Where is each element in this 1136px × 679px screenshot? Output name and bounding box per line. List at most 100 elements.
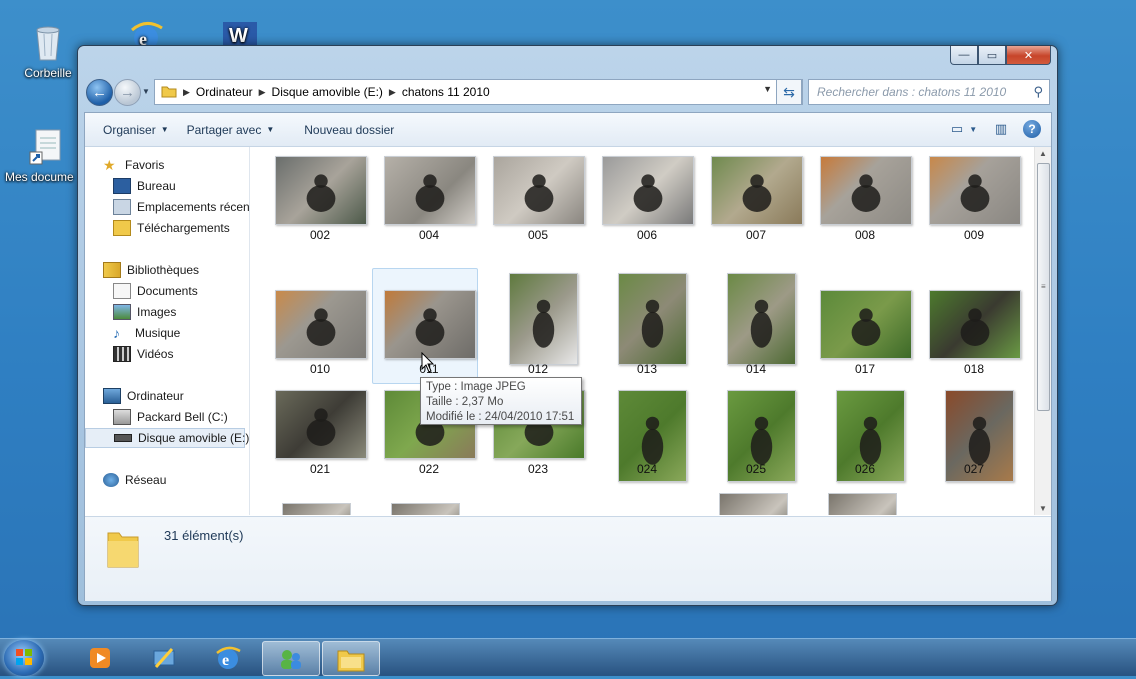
sidebar-item-ordinateur[interactable]: Ordinateur <box>103 386 184 406</box>
file-name: 027 <box>963 462 985 476</box>
sidebar-item-telechargements[interactable]: Téléchargements <box>113 218 230 238</box>
file-thumbnail[interactable]: 014 <box>706 273 806 383</box>
sidebar-item-label: Musique <box>135 326 181 340</box>
svg-text:e: e <box>222 652 229 669</box>
recycle-bin-icon <box>33 22 63 62</box>
forward-button[interactable]: → <box>114 79 141 106</box>
search-icon[interactable]: ⚲ <box>1025 84 1043 100</box>
sidebar-item-label: Documents <box>137 284 198 298</box>
share-button[interactable]: Partager avec ▼ <box>187 123 275 137</box>
file-thumbnail[interactable]: 024 <box>597 390 697 500</box>
recent-pages-dropdown[interactable]: ▼ <box>142 87 150 96</box>
sidebar-item-label: Packard Bell (C:) <box>137 410 228 424</box>
photo-preview <box>384 156 476 225</box>
explorer-window[interactable]: — ▭ ✕ ← → ▼ ▶ Ordinateur ▶ Disque amovib… <box>77 45 1058 606</box>
minimize-button[interactable]: — <box>950 46 978 65</box>
address-bar[interactable]: ▶ Ordinateur ▶ Disque amovible (E:) ▶ ch… <box>154 79 803 105</box>
breadcrumb-ordinateur[interactable]: Ordinateur <box>190 85 259 99</box>
sidebar-item-emplacements[interactable]: Emplacements récent <box>113 197 250 217</box>
sidebar-item-musique[interactable]: ♪ Musique <box>113 323 180 343</box>
media-player-icon <box>90 647 110 668</box>
photo-preview-partial[interactable] <box>391 503 460 515</box>
photo-preview-partial[interactable] <box>719 493 788 515</box>
file-name: 022 <box>418 462 440 476</box>
address-dropdown-icon[interactable]: ▼ <box>763 84 772 94</box>
scroll-down-icon[interactable]: ▼ <box>1039 504 1047 513</box>
file-thumbnail[interactable]: 026 <box>815 390 915 500</box>
folder-icon <box>105 525 141 568</box>
preview-pane-icon[interactable]: ▥ <box>991 119 1011 139</box>
file-thumbnail[interactable]: 010 <box>270 273 370 383</box>
photo-preview-partial[interactable] <box>828 493 897 515</box>
photo-preview <box>618 273 687 365</box>
music-icon: ♪ <box>113 325 120 341</box>
chevron-down-icon: ▼ <box>160 125 169 134</box>
sidebar-item-label: Ordinateur <box>127 389 184 403</box>
file-thumbnail[interactable]: 002 <box>270 156 370 266</box>
scroll-thumb[interactable]: ≡ <box>1037 163 1050 411</box>
help-icon[interactable]: ? <box>1023 120 1041 138</box>
maximize-button[interactable]: ▭ <box>978 46 1006 65</box>
photo-preview <box>602 156 694 225</box>
downloads-icon <box>113 220 131 236</box>
organize-button[interactable]: Organiser ▼ <box>103 123 169 137</box>
sidebar-item-bibliotheques[interactable]: Bibliothèques <box>103 260 199 280</box>
navigation-pane: ★ Favoris Bureau Emplacements récent Tél… <box>85 147 250 515</box>
cat-image <box>306 408 336 446</box>
refresh-icon: ⇆ <box>783 83 795 100</box>
file-thumbnail[interactable]: 007 <box>706 156 806 266</box>
sidebar-item-bureau[interactable]: Bureau <box>113 176 176 196</box>
file-thumbnail[interactable]: 005 <box>488 156 588 266</box>
change-view-icon[interactable]: ▭ ▼ <box>949 119 979 139</box>
taskbar-messenger[interactable] <box>262 641 320 676</box>
photo-preview <box>711 156 803 225</box>
breadcrumb-separator[interactable]: ▶ <box>389 87 396 98</box>
breadcrumb-chatons[interactable]: chatons 11 2010 <box>396 85 496 99</box>
cat-image <box>524 174 554 212</box>
file-thumbnail[interactable]: 021 <box>270 390 370 500</box>
sidebar-item-images[interactable]: Images <box>113 302 176 322</box>
file-thumbnail[interactable]: 017 <box>815 273 915 383</box>
sidebar-item-label: Emplacements récent <box>137 200 250 214</box>
scroll-up-icon[interactable]: ▲ <box>1039 149 1047 158</box>
breadcrumb-separator[interactable]: ▶ <box>183 87 190 98</box>
start-button[interactable] <box>4 640 44 676</box>
new-folder-button[interactable]: Nouveau dossier <box>304 123 394 137</box>
sidebar-item-documents[interactable]: Documents <box>113 281 198 301</box>
file-thumbnail[interactable]: 009 <box>924 156 1024 266</box>
file-name: 013 <box>636 362 658 376</box>
sidebar-item-label: Bureau <box>137 179 176 193</box>
search-input[interactable]: Rechercher dans : chatons 11 2010 ⚲ <box>808 79 1050 105</box>
desktop-icon-documents[interactable]: Mes docume <box>2 128 82 184</box>
taskbar-explorer[interactable] <box>322 641 380 676</box>
taskbar-media-player[interactable] <box>72 641 128 674</box>
close-button[interactable]: ✕ <box>1006 46 1051 65</box>
taskbar-network-tool[interactable] <box>136 641 192 674</box>
file-thumbnail[interactable]: 013 <box>597 273 697 383</box>
sidebar-item-reseau[interactable]: Réseau <box>103 470 166 490</box>
file-tooltip: Type : Image JPEG Taille : 2,37 Mo Modif… <box>420 377 582 425</box>
file-thumbnail[interactable]: 006 <box>597 156 697 266</box>
desktop-icon-recycle-bin[interactable]: Corbeille <box>8 22 88 80</box>
breadcrumb-separator[interactable]: ▶ <box>259 87 266 98</box>
cat-image <box>960 308 990 346</box>
refresh-button[interactable]: ⇆ <box>776 79 802 105</box>
cat-image <box>641 299 664 348</box>
share-label: Partager avec <box>186 122 262 137</box>
file-thumbnail[interactable]: 027 <box>924 390 1024 500</box>
taskbar-internet-explorer[interactable]: e <box>200 641 256 674</box>
photo-preview-partial[interactable] <box>282 503 351 515</box>
back-button[interactable]: ← <box>86 79 113 106</box>
sidebar-item-disque-amovible[interactable]: Disque amovible (E:) <box>85 428 249 448</box>
file-thumbnail[interactable]: 018 <box>924 273 1024 383</box>
file-thumbnail[interactable]: 012 <box>488 273 588 383</box>
file-thumbnail[interactable]: 025 <box>706 390 806 500</box>
sidebar-item-favoris[interactable]: ★ Favoris <box>103 155 164 175</box>
vertical-scrollbar[interactable]: ▲ ≡ ▼ <box>1034 147 1051 515</box>
file-thumbnail[interactable]: 004 <box>379 156 479 266</box>
file-thumbnail[interactable]: 008 <box>815 156 915 266</box>
sidebar-item-label: Réseau <box>125 473 167 487</box>
sidebar-item-packard-bell[interactable]: Packard Bell (C:) <box>113 407 228 427</box>
sidebar-item-videos[interactable]: Vidéos <box>113 344 173 364</box>
breadcrumb-disque[interactable]: Disque amovible (E:) <box>266 85 389 99</box>
